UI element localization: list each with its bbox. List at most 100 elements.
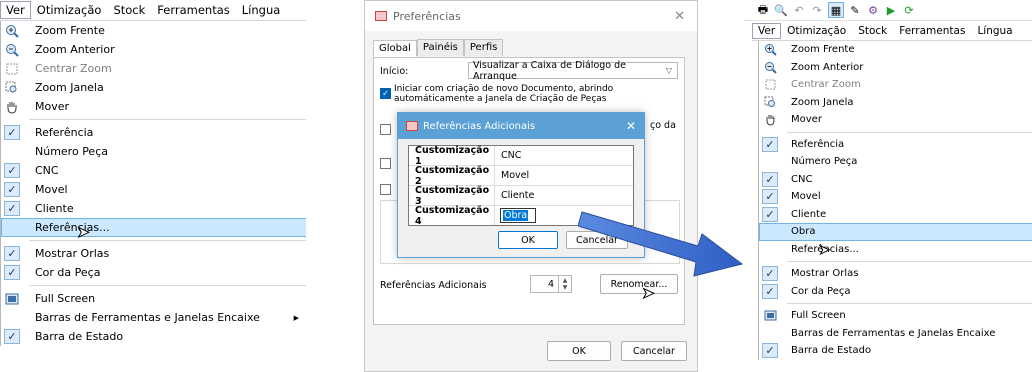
menu-item-cnc[interactable]: ✓ CNC — [759, 171, 1032, 189]
menu-separator — [29, 240, 306, 241]
chevron-down-icon: ▽ — [665, 66, 672, 75]
grid-row[interactable]: Customização 2 Movel — [409, 165, 633, 187]
checkbox-2[interactable] — [380, 124, 391, 135]
menu-item-referencias[interactable]: Referências... ➤ — [1, 218, 306, 242]
grid-value[interactable]: CNC — [495, 150, 521, 161]
menu-ferramentas[interactable]: Ferramentas — [151, 3, 235, 17]
menu-item-numero-peca[interactable]: Número Peça — [759, 153, 1032, 171]
menu-otimizacao[interactable]: Otimização — [31, 3, 108, 17]
edit-icon[interactable]: ✎ — [848, 3, 862, 17]
inicio-select-value: Visualizar a Caixa de Diálogo de Arranqu… — [473, 59, 626, 82]
menu-lingua[interactable]: Língua — [236, 3, 287, 17]
checkmark-icon: ✓ — [4, 329, 20, 344]
menu-item-label: Barra de Estado — [35, 330, 124, 343]
menu-item-mover[interactable]: Mover — [759, 111, 1032, 129]
menu-item-label: Referências... — [35, 221, 110, 234]
window-icon — [375, 11, 387, 21]
ver-dropdown: Zoom Frente Zoom Anterior Centrar Zoom Z… — [0, 21, 306, 346]
menu-item-barras-ferramentas[interactable]: Barras de Ferramentas e Janelas Encaixe▶ — [759, 325, 1032, 343]
menu-item-label: Zoom Janela — [35, 81, 104, 94]
inicio-label: Início: — [380, 66, 409, 77]
grid-value[interactable]: Movel — [495, 170, 529, 181]
menu-ferramentas[interactable]: Ferramentas — [893, 25, 971, 37]
redo-icon[interactable]: ↷ — [810, 3, 824, 17]
refresh-icon[interactable]: ⟳ — [902, 3, 916, 17]
checkbox-4[interactable] — [380, 184, 391, 195]
menu-item-cor-da-peca[interactable]: ✓ Cor da Peça — [1, 263, 306, 282]
menu-item-centrar-zoom[interactable]: Centrar Zoom — [759, 76, 1032, 94]
menu-item-movel[interactable]: ✓ Movel — [1, 180, 306, 199]
grid-edit-field[interactable]: Obra — [500, 208, 536, 223]
menu-item-barra-de-estado[interactable]: ✓ Barra de Estado — [759, 342, 1032, 360]
cancel-button[interactable]: Cancelar — [621, 341, 687, 361]
tab-perfis[interactable]: Perfis — [463, 39, 504, 56]
menu-item-cliente[interactable]: ✓ Cliente — [1, 199, 306, 218]
stepper-value: 4 — [547, 278, 554, 290]
menu-item-label: Full Screen — [35, 292, 96, 305]
referencias-count-stepper[interactable]: 4 ▲ ▼ — [530, 275, 572, 293]
menu-stock[interactable]: Stock — [107, 3, 151, 17]
menu-item-zoom-anterior[interactable]: Zoom Anterior — [1, 40, 306, 59]
menu-item-label: CNC — [791, 173, 813, 185]
grid-value[interactable]: Cliente — [495, 190, 534, 201]
close-icon[interactable]: ✕ — [626, 119, 636, 133]
menu-item-barras-ferramentas[interactable]: Barras de Ferramentas e Janelas Encaixe▶ — [1, 308, 306, 327]
gear-icon[interactable]: ⚙ — [866, 3, 880, 17]
menu-item-zoom-frente[interactable]: Zoom Frente — [1, 21, 306, 40]
menu-item-full-screen[interactable]: Full Screen — [1, 289, 306, 308]
center-zoom-icon — [759, 75, 781, 94]
inicio-select[interactable]: Visualizar a Caixa de Diálogo de Arranqu… — [468, 59, 678, 82]
menu-item-full-screen[interactable]: Full Screen — [759, 307, 1032, 325]
menu-otimizacao[interactable]: Otimização — [781, 25, 852, 37]
menu-item-label: Zoom Janela — [791, 96, 854, 108]
checkbox-3[interactable] — [380, 158, 391, 169]
menu-item-numero-peca[interactable]: Número Peça — [1, 142, 306, 161]
menu-item-zoom-janela[interactable]: Zoom Janela — [759, 94, 1032, 112]
menu-item-referencia[interactable]: ✓ Referência — [759, 136, 1032, 154]
menu-item-zoom-janela[interactable]: Zoom Janela — [1, 78, 306, 97]
menu-separator — [787, 131, 1032, 133]
play-icon[interactable]: ▶ — [884, 3, 898, 17]
menu-item-label: Cliente — [791, 208, 827, 220]
menu-item-obra[interactable]: Obra — [759, 223, 1032, 241]
menu-item-cnc[interactable]: ✓ CNC — [1, 161, 306, 180]
menu-item-label: Barras de Ferramentas e Janelas Encaixe — [35, 311, 260, 324]
right-menu-panel: 🖶 🔍 ↶ ↷ ▦ ✎ ⚙ ▶ ⟳ Ver Otimização Stock F… — [744, 0, 1032, 372]
menu-lingua[interactable]: Língua — [971, 25, 1018, 37]
sub-ok-button[interactable]: OK — [498, 231, 558, 249]
grid-key: Customização 1 — [409, 145, 495, 167]
tab-paineis[interactable]: Painéis — [416, 39, 464, 56]
checkmark-icon: ✓ — [4, 125, 20, 140]
ok-button[interactable]: OK — [547, 341, 611, 361]
menu-item-label: Mover — [35, 100, 70, 113]
menu-ver[interactable]: Ver — [0, 1, 31, 19]
menu-item-centrar-zoom[interactable]: Centrar Zoom — [1, 59, 306, 78]
spin-arrows-icon[interactable]: ▲ ▼ — [558, 276, 571, 292]
menu-item-cor-da-peca[interactable]: ✓ Cor da Peça — [759, 283, 1032, 301]
menu-item-label: Zoom Frente — [35, 24, 105, 37]
close-icon[interactable]: ✕ — [674, 9, 685, 24]
menu-item-movel[interactable]: ✓ Movel — [759, 188, 1032, 206]
menu-item-mostrar-orlas[interactable]: ✓ Mostrar Orlas — [1, 244, 306, 263]
grid-row[interactable]: Customização 1 CNC — [409, 145, 633, 167]
menu-item-mostrar-orlas[interactable]: ✓ Mostrar Orlas — [759, 265, 1032, 283]
toolbar-button-icon[interactable]: ▦ — [828, 2, 844, 18]
menu-item-zoom-frente[interactable]: Zoom Frente — [759, 41, 1032, 59]
tab-global[interactable]: Global — [373, 40, 417, 57]
ok-button-label: OK — [572, 345, 586, 357]
hand-icon — [759, 110, 781, 129]
print-icon[interactable]: 🖶 — [756, 3, 770, 17]
menu-item-cliente[interactable]: ✓ Cliente — [759, 206, 1032, 224]
menu-item-mover[interactable]: Mover — [1, 97, 306, 116]
menu-stock[interactable]: Stock — [852, 25, 893, 37]
menu-item-referencias[interactable]: Referências... ➤ — [759, 241, 1032, 258]
check-new-document-label: Iniciar com criação de novo Documento, a… — [394, 84, 614, 104]
check-new-document[interactable]: ✓ — [380, 88, 391, 99]
menu-ver[interactable]: Ver — [752, 22, 782, 39]
undo-icon[interactable]: ↶ — [792, 3, 806, 17]
menu-item-barra-de-estado[interactable]: ✓ Barra de Estado — [1, 327, 306, 346]
preview-icon[interactable]: 🔍 — [774, 3, 788, 17]
menu-item-zoom-anterior[interactable]: Zoom Anterior — [759, 59, 1032, 77]
menu-item-referencia[interactable]: ✓ Referência — [1, 123, 306, 142]
ver-dropdown: Zoom Frente Zoom Anterior Centrar Zoom Z… — [758, 41, 1032, 360]
